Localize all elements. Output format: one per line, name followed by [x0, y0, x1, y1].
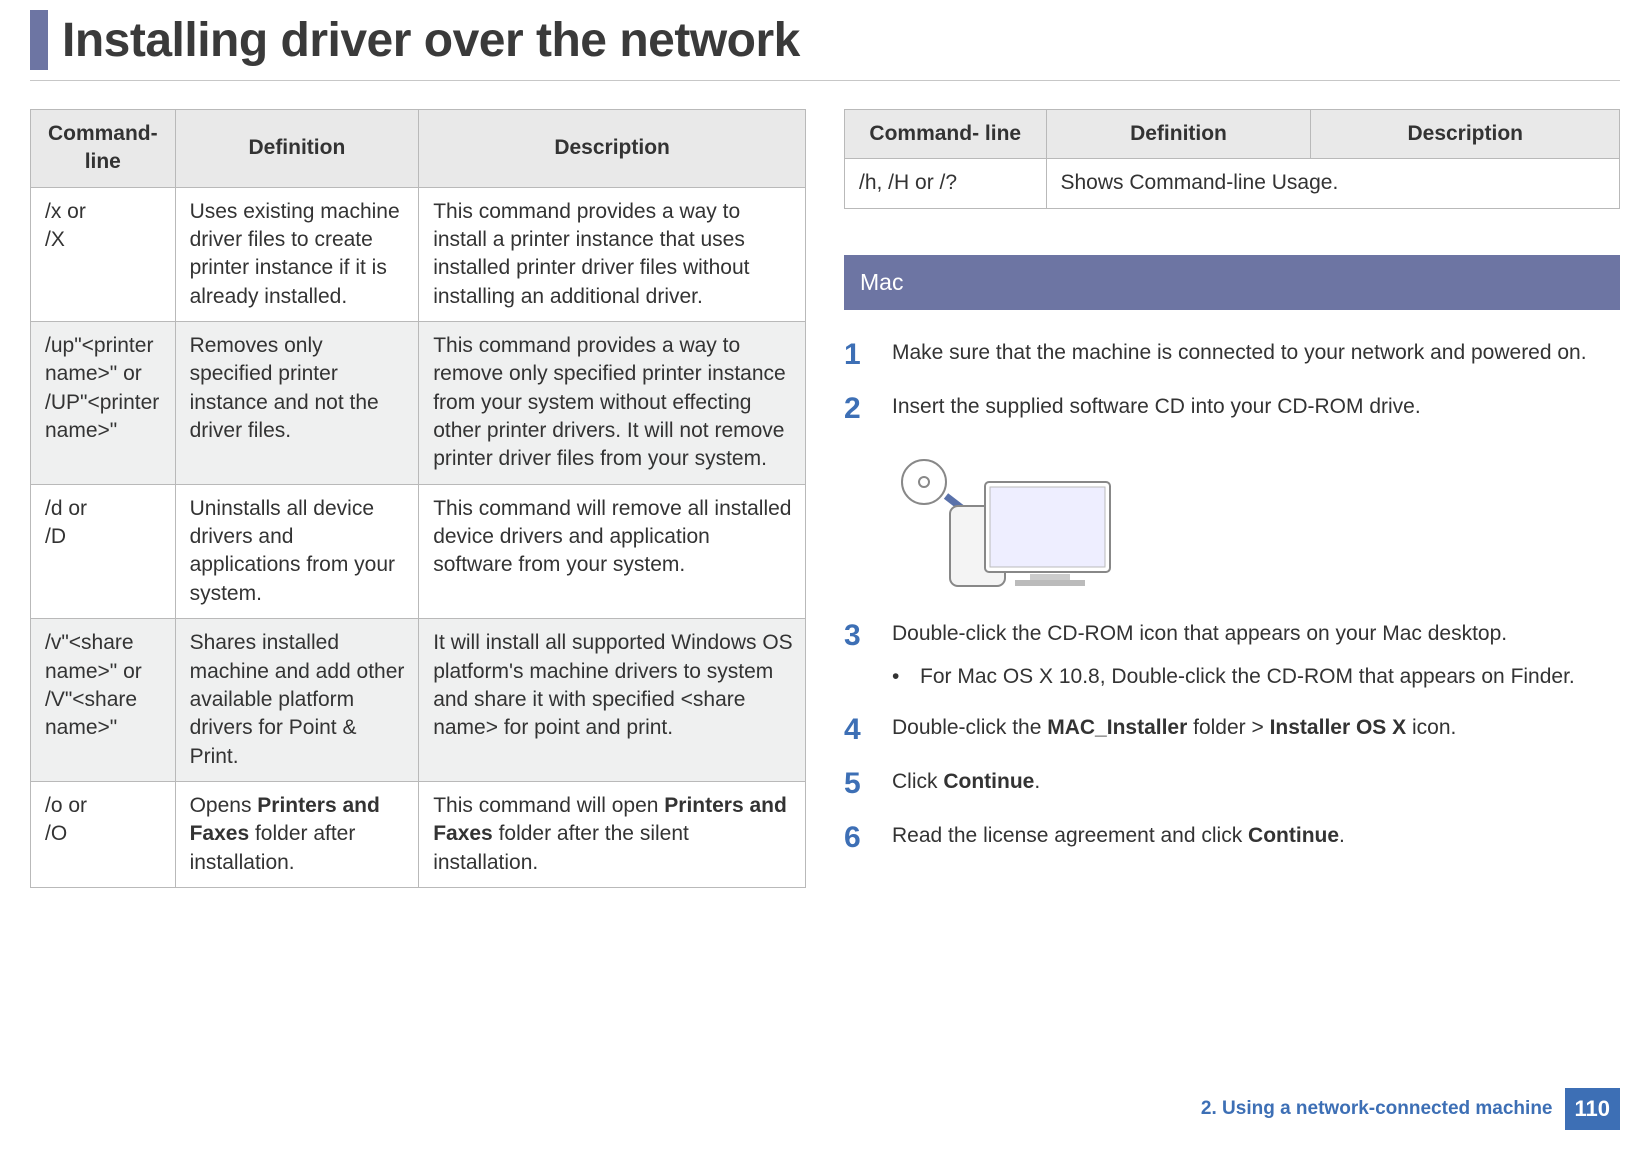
table-row: /x or /X Uses existing machine driver fi… — [31, 187, 806, 321]
step-text: Read the license agreement and click Con… — [892, 821, 1620, 850]
page-title: Installing driver over the network — [62, 13, 800, 68]
step-sub-text: For Mac OS X 10.8, Double-click the CD-R… — [920, 662, 1575, 691]
def-cell: Removes only specified printer instance … — [175, 322, 419, 485]
step-sub-bullet: • For Mac OS X 10.8, Double-click the CD… — [892, 662, 1620, 691]
step-body: Double-click the CD-ROM icon that appear… — [892, 619, 1620, 692]
step-number: 2 — [844, 392, 892, 424]
step-1: 1 Make sure that the machine is connecte… — [844, 338, 1620, 370]
table2-header-cmd: Command- line — [845, 110, 1047, 159]
right-column: Command- line Definition Description /h,… — [844, 109, 1620, 888]
table-row: /v"<share name>" or /V"<share name>" Sha… — [31, 619, 806, 782]
cmd-cell: /d or /D — [31, 484, 176, 618]
page-number-badge: 110 — [1565, 1088, 1621, 1130]
table-row: /o or /O Opens Printers and Faxes folder… — [31, 781, 806, 887]
desc-cell: This command provides a way to remove on… — [419, 322, 806, 485]
step-text: Double-click the MAC_Installer folder > … — [892, 713, 1620, 742]
table-row: /up"<printer name>" or /UP"<printer name… — [31, 322, 806, 485]
table2-header-desc: Description — [1311, 110, 1620, 159]
page-header: Installing driver over the network — [30, 0, 1620, 76]
cmd-cell: /v"<share name>" or /V"<share name>" — [31, 619, 176, 782]
def-cell: Opens Printers and Faxes folder after in… — [175, 781, 419, 887]
step-bold: Continue — [943, 770, 1034, 793]
cmd-line-b: /O — [45, 820, 163, 848]
cd-computer-illustration — [890, 456, 1120, 596]
desc-text: This command will open — [433, 794, 664, 817]
table-row: /d or /D Uninstalls all device drivers a… — [31, 484, 806, 618]
step-bold: Installer OS X — [1270, 716, 1407, 739]
step-bold: MAC_Installer — [1047, 716, 1187, 739]
command-table-2: Command- line Definition Description /h,… — [844, 109, 1620, 209]
header-accent-bar — [30, 10, 48, 70]
step-text: Insert the supplied software CD into you… — [892, 392, 1620, 421]
cmd-line-a: /d or — [45, 495, 163, 523]
table1-header-def: Definition — [175, 110, 419, 188]
cmd-line-b: /UP"<printer name>" — [45, 389, 163, 446]
step-text-part: . — [1034, 770, 1040, 793]
footer-chapter: 2. Using a network-connected machine — [1201, 1098, 1553, 1120]
step-4: 4 Double-click the MAC_Installer folder … — [844, 713, 1620, 745]
step-text-part: icon. — [1406, 716, 1456, 739]
cmd-line-a: /up"<printer name>" or — [45, 332, 163, 389]
step-5: 5 Click Continue. — [844, 767, 1620, 799]
step-text: Click Continue. — [892, 767, 1620, 796]
table1-header-cmd: Command- line — [31, 110, 176, 188]
section-heading-mac: Mac — [844, 255, 1620, 310]
desc-cell: This command will remove all installed d… — [419, 484, 806, 618]
step-number: 1 — [844, 338, 892, 370]
table-row: /h, /H or /? Shows Command-line Usage. — [845, 159, 1620, 208]
step-text-part: Read the license agreement and click — [892, 824, 1248, 847]
cmd-line-a: /x or — [45, 198, 163, 226]
step-number: 6 — [844, 821, 892, 853]
step-number: 4 — [844, 713, 892, 745]
cmd-line-a: /o or — [45, 792, 163, 820]
desc-cell: It will install all supported Windows OS… — [419, 619, 806, 782]
cmd-cell: /h, /H or /? — [845, 159, 1047, 208]
command-table-1: Command- line Definition Description /x … — [30, 109, 806, 888]
page-footer: 2. Using a network-connected machine 110 — [1201, 1088, 1620, 1130]
def-cell: Uninstalls all device drivers and applic… — [175, 484, 419, 618]
step-text-part: Click — [892, 770, 943, 793]
bullet-dot-icon: • — [892, 662, 920, 691]
step-text: Make sure that the machine is connected … — [892, 338, 1620, 367]
def-text: Opens — [190, 794, 258, 817]
content-columns: Command- line Definition Description /x … — [30, 109, 1620, 888]
step-bold: Continue — [1248, 824, 1339, 847]
cmd-line-b: /X — [45, 226, 163, 254]
cmd-line-b: /D — [45, 523, 163, 551]
cmd-cell: /up"<printer name>" or /UP"<printer name… — [31, 322, 176, 485]
desc-cell: This command will open Printers and Faxe… — [419, 781, 806, 887]
table1-header-desc: Description — [419, 110, 806, 188]
def-cell: Uses existing machine driver files to cr… — [175, 187, 419, 321]
def-cell: Shares installed machine and add other a… — [175, 619, 419, 782]
step-text: Double-click the CD-ROM icon that appear… — [892, 619, 1620, 648]
step-2: 2 Insert the supplied software CD into y… — [844, 392, 1620, 424]
cmd-cell: /o or /O — [31, 781, 176, 887]
step-number: 5 — [844, 767, 892, 799]
step-text-part: folder > — [1187, 716, 1269, 739]
step-6: 6 Read the license agreement and click C… — [844, 821, 1620, 853]
left-column: Command- line Definition Description /x … — [30, 109, 806, 888]
desc-cell: This command provides a way to install a… — [419, 187, 806, 321]
def-cell: Shows Command-line Usage. — [1046, 159, 1620, 208]
cmd-line-b: /V"<share name>" — [45, 686, 163, 743]
cmd-line-a: /v"<share name>" or — [45, 629, 163, 686]
table2-header-def: Definition — [1046, 110, 1311, 159]
cmd-cell: /x or /X — [31, 187, 176, 321]
step-text-part: . — [1339, 824, 1345, 847]
step-text-part: Double-click the — [892, 716, 1047, 739]
step-3: 3 Double-click the CD-ROM icon that appe… — [844, 619, 1620, 692]
header-divider — [30, 80, 1620, 81]
step-number: 3 — [844, 619, 892, 651]
